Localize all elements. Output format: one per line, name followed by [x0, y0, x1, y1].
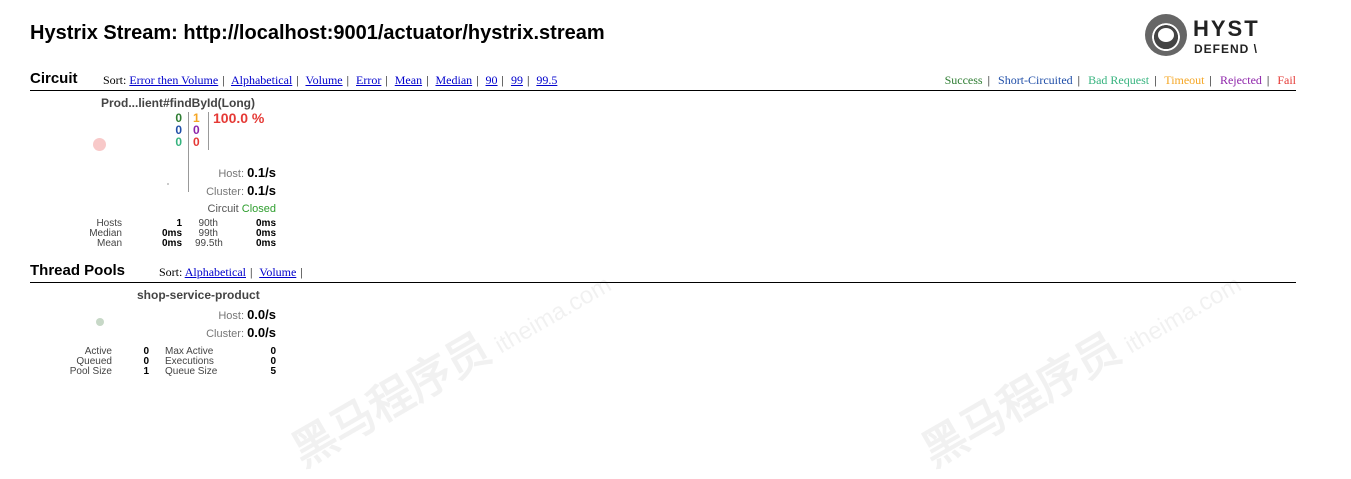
circuit-section-header: Circuit Sort: Error then Volume | Alphabe…: [30, 70, 1296, 91]
latency-stats: Hosts 1 Median 0ms Mean 0ms 90th 0ms 99t…: [89, 218, 276, 249]
sort-99-5-link[interactable]: 99.5: [536, 73, 557, 87]
sort-alphabetical-link[interactable]: Alphabetical: [231, 73, 292, 87]
cluster-rate: Cluster: 0.1/s: [206, 183, 276, 198]
legend-fail: Fail: [1277, 73, 1296, 87]
circuit-section-title: Circuit: [30, 70, 78, 87]
circuit-card[interactable]: Prod...lient#findById(Long) 0 0 0 1 0 0 …: [0, 92, 300, 262]
sort-label: Sort:: [159, 265, 183, 279]
health-bubble: [96, 318, 104, 326]
legend-bad-request: Bad Request: [1088, 73, 1150, 87]
tp-sort-alphabetical-link[interactable]: Alphabetical: [185, 265, 246, 279]
bad-request-count: 0: [175, 135, 182, 149]
hystrix-logo: HYST DEFEND \: [1145, 14, 1305, 64]
hedgehog-icon: [1145, 14, 1187, 56]
logo-tagline: DEFEND \: [1194, 42, 1259, 56]
sparkline-dot: [167, 183, 169, 185]
legend-rejected: Rejected: [1219, 73, 1262, 87]
failure-count: 0: [193, 135, 200, 149]
threadpool-card[interactable]: shop-service-product Host: 0.0/s Cluster…: [0, 284, 300, 394]
sort-volume-link[interactable]: Volume: [305, 73, 342, 87]
page-title: Hystrix Stream: http://localhost:9001/ac…: [30, 22, 605, 44]
sort-mean-link[interactable]: Mean: [395, 73, 422, 87]
status-legend: Success | Short-Circuited | Bad Request | T…: [944, 73, 1296, 87]
sort-99-link[interactable]: 99: [511, 73, 523, 87]
sort-error-then-volume-link[interactable]: Error then Volume: [129, 73, 218, 87]
legend-success: Success: [944, 73, 983, 87]
sort-median-link[interactable]: Median: [435, 73, 472, 87]
error-percentage: 100.0 %: [213, 110, 265, 126]
health-bubble: [93, 138, 106, 151]
counter-divider: [188, 112, 189, 192]
circuit-status: Circuit Closed: [207, 203, 276, 215]
sort-error-link[interactable]: Error: [356, 73, 381, 87]
host-rate: Host: 0.1/s: [218, 165, 276, 180]
sort-label: Sort:: [103, 73, 127, 87]
legend-timeout: Timeout: [1164, 73, 1205, 87]
threadpool-stats: Active 0 Queued 0 Pool Size 1 Max Active…: [69, 346, 276, 377]
tp-host-rate: Host: 0.0/s: [218, 307, 276, 322]
counter-divider-2: [208, 112, 209, 150]
tp-sort-volume-link[interactable]: Volume: [259, 265, 296, 279]
logo-text: HYST: [1193, 16, 1260, 41]
circuit-sort-bar: Sort: Error then Volume | Alphabetical | V…: [103, 73, 558, 87]
threadpool-sort-bar: Sort: Alphabetical | Volume |: [159, 265, 303, 279]
threadpool-section-header: Thread Pools Sort: Alphabetical | Volume |: [30, 262, 1296, 283]
sort-90-link[interactable]: 90: [486, 73, 498, 87]
threadpool-section-title: Thread Pools: [30, 262, 126, 279]
circuit-name: Prod...lient#findById(Long): [101, 96, 255, 110]
tp-cluster-rate: Cluster: 0.0/s: [206, 325, 276, 340]
legend-short-circuited: Short-Circuited: [998, 73, 1073, 87]
threadpool-name: shop-service-product: [137, 288, 260, 302]
